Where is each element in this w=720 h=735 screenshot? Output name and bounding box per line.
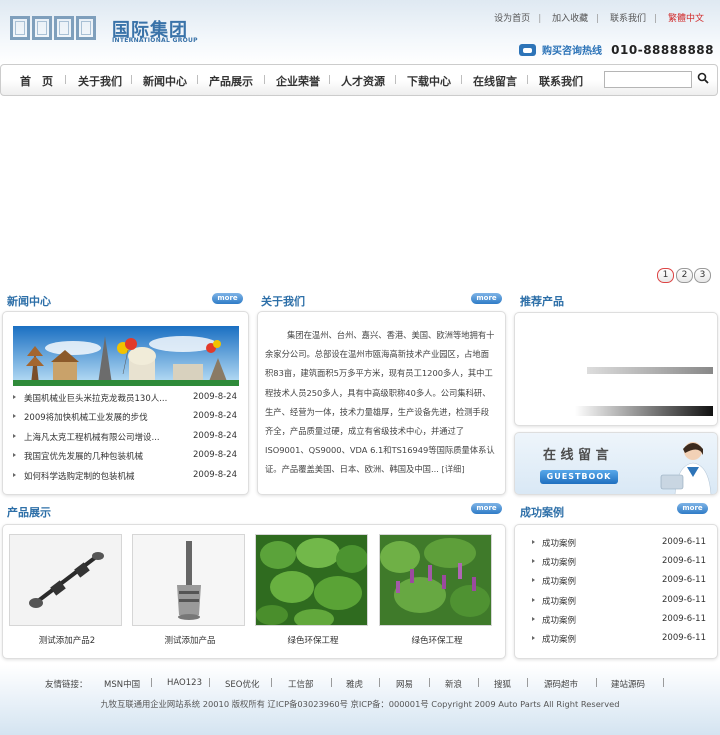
about-panel: 集团在温州、台州、嘉兴、香港、美国、欧洲等地拥有十余家分公司。总部设在温州市瓯海…	[257, 311, 506, 495]
about-detail-link[interactable]: [详细]	[442, 464, 465, 474]
set-homepage-link[interactable]: 设为首页	[494, 14, 530, 24]
bullet-icon	[532, 598, 535, 602]
bullet-icon	[532, 636, 535, 640]
friend-link[interactable]: MSN中国	[104, 678, 140, 690]
news-item[interactable]: 如何科学选购定制的包装机械 2009-8-24	[13, 470, 239, 485]
case-item[interactable]: 成功案例 2009-6-11	[532, 575, 708, 590]
friend-link[interactable]: 网易	[396, 678, 413, 690]
products-more-button[interactable]: more	[471, 503, 502, 514]
case-item[interactable]: 成功案例 2009-6-11	[532, 556, 708, 571]
main-nav: 首 页 | 关于我们 | 新闻中心 | 产品展示 | 企业荣誉 | 人才资源 |…	[0, 64, 718, 96]
phone-icon	[518, 43, 536, 56]
friend-link[interactable]: 雅虎	[346, 678, 363, 690]
nav-news[interactable]: 新闻中心	[143, 73, 187, 89]
recommended-image-bottom[interactable]	[575, 406, 713, 416]
bullet-icon	[532, 617, 535, 621]
bullet-icon	[13, 453, 16, 457]
products-panel: 测试添加产品2 测试添加产品 绿色环保工程 绿色环保工程	[2, 524, 506, 659]
friend-link[interactable]: HAO123	[167, 678, 202, 688]
news-title: 新闻中心	[7, 295, 51, 308]
news-banner-image	[13, 326, 239, 386]
nav-honors[interactable]: 企业荣誉	[276, 73, 320, 89]
nav-about[interactable]: 关于我们	[78, 73, 122, 89]
hotline-label: 购买咨询热线	[541, 46, 602, 57]
bullet-icon	[13, 414, 16, 418]
friend-link[interactable]: 源码超市	[544, 678, 578, 690]
product-image[interactable]	[132, 534, 245, 626]
search-icon[interactable]	[697, 72, 709, 84]
nav-products[interactable]: 产品展示	[209, 73, 253, 89]
nav-home[interactable]: 首 页	[20, 73, 53, 89]
bullet-icon	[13, 434, 16, 438]
search-input[interactable]	[604, 71, 692, 88]
case-item[interactable]: 成功案例 2009-6-11	[532, 595, 708, 610]
bullet-icon	[532, 578, 535, 582]
nav-contact[interactable]: 联系我们	[539, 73, 583, 89]
friend-link[interactable]: 建站源码	[611, 678, 645, 690]
guestbook-button[interactable]: GUESTBOOK	[540, 470, 618, 484]
news-more-button[interactable]: more	[212, 293, 243, 304]
hotline-number: 010-88888888	[611, 42, 714, 57]
recommended-image-top[interactable]	[587, 367, 713, 374]
nav-talent[interactable]: 人才资源	[341, 73, 385, 89]
friend-link[interactable]: SEO优化	[225, 678, 259, 690]
product-image[interactable]	[255, 534, 368, 626]
case-item[interactable]: 成功案例 2009-6-11	[532, 537, 708, 552]
friend-link[interactable]: 新浪	[445, 678, 462, 690]
products-title: 产品展示	[7, 506, 51, 519]
cases-panel: 成功案例 2009-6-11 成功案例 2009-6-11 成功案例 2009-…	[514, 524, 718, 659]
logo[interactable]	[10, 16, 98, 40]
customer-service-icon	[660, 442, 712, 494]
case-item[interactable]: 成功案例 2009-6-11	[532, 633, 708, 648]
friend-link[interactable]: 工信部	[288, 678, 314, 690]
news-item[interactable]: 2009将加快机械工业发展的步伐 2009-8-24	[13, 411, 239, 426]
banner-page-2[interactable]: 2	[676, 268, 693, 283]
copyright: 九牧互联通用企业网站系统 20010 版权所有 辽ICP备03023960号 京…	[100, 699, 620, 709]
product-item[interactable]: 测试添加产品	[132, 534, 248, 646]
friend-link[interactable]: 搜狐	[494, 678, 511, 690]
banner	[0, 98, 720, 266]
bullet-icon	[532, 559, 535, 563]
news-panel: 美国机械业巨头米拉克龙裁员130人... 2009-8-24 2009将加快机械…	[2, 311, 249, 495]
bullet-icon	[13, 473, 16, 477]
banner-page-3[interactable]: 3	[694, 268, 711, 283]
guestbook-title: 在 线 留 言	[543, 448, 609, 463]
about-title: 关于我们	[261, 295, 305, 308]
news-item[interactable]: 我国宜优先发展的几种包装机械 2009-8-24	[13, 450, 239, 465]
cases-more-button[interactable]: more	[677, 503, 708, 514]
product-item[interactable]: 绿色环保工程	[379, 534, 495, 646]
product-image[interactable]	[9, 534, 122, 626]
hotline: 购买咨询热线 010-88888888	[518, 42, 714, 57]
friend-links-label: 友情链接：	[45, 680, 88, 690]
product-image[interactable]	[379, 534, 492, 626]
bullet-icon	[13, 395, 16, 399]
news-item[interactable]: 上海凡太克工程机械有限公司增设... 2009-8-24	[13, 431, 239, 446]
bullet-icon	[532, 540, 535, 544]
top-links: 设为首页 | 加入收藏 | 联系我们 | 繁體中文	[494, 14, 704, 24]
nav-guestbook[interactable]: 在线留言	[473, 73, 517, 89]
traditional-chinese-link[interactable]: 繁體中文	[668, 14, 704, 24]
case-item[interactable]: 成功案例 2009-6-11	[532, 614, 708, 629]
header: 国际集团 INTERNATIONAL GROUP 设为首页 | 加入收藏 | 联系我…	[0, 0, 720, 64]
nav-download[interactable]: 下载中心	[407, 73, 451, 89]
guestbook-banner[interactable]: 在 线 留 言 GUESTBOOK	[514, 432, 718, 495]
recommended-panel	[514, 312, 718, 426]
contact-link[interactable]: 联系我们	[610, 14, 646, 24]
product-item[interactable]: 测试添加产品2	[9, 534, 125, 646]
banner-page-1[interactable]: 1	[657, 268, 674, 283]
recommended-title: 推荐产品	[520, 295, 564, 308]
product-item[interactable]: 绿色环保工程	[255, 534, 371, 646]
brand-name-en: INTERNATIONAL GROUP	[112, 37, 198, 44]
news-item[interactable]: 美国机械业巨头米拉克龙裁员130人... 2009-8-24	[13, 392, 239, 407]
add-favorite-link[interactable]: 加入收藏	[552, 14, 588, 24]
about-text: 集团在温州、台州、嘉兴、香港、美国、欧洲等地拥有十余家分公司。总部设在温州市瓯海…	[265, 330, 495, 475]
cases-title: 成功案例	[520, 506, 564, 519]
about-more-button[interactable]: more	[471, 293, 502, 304]
